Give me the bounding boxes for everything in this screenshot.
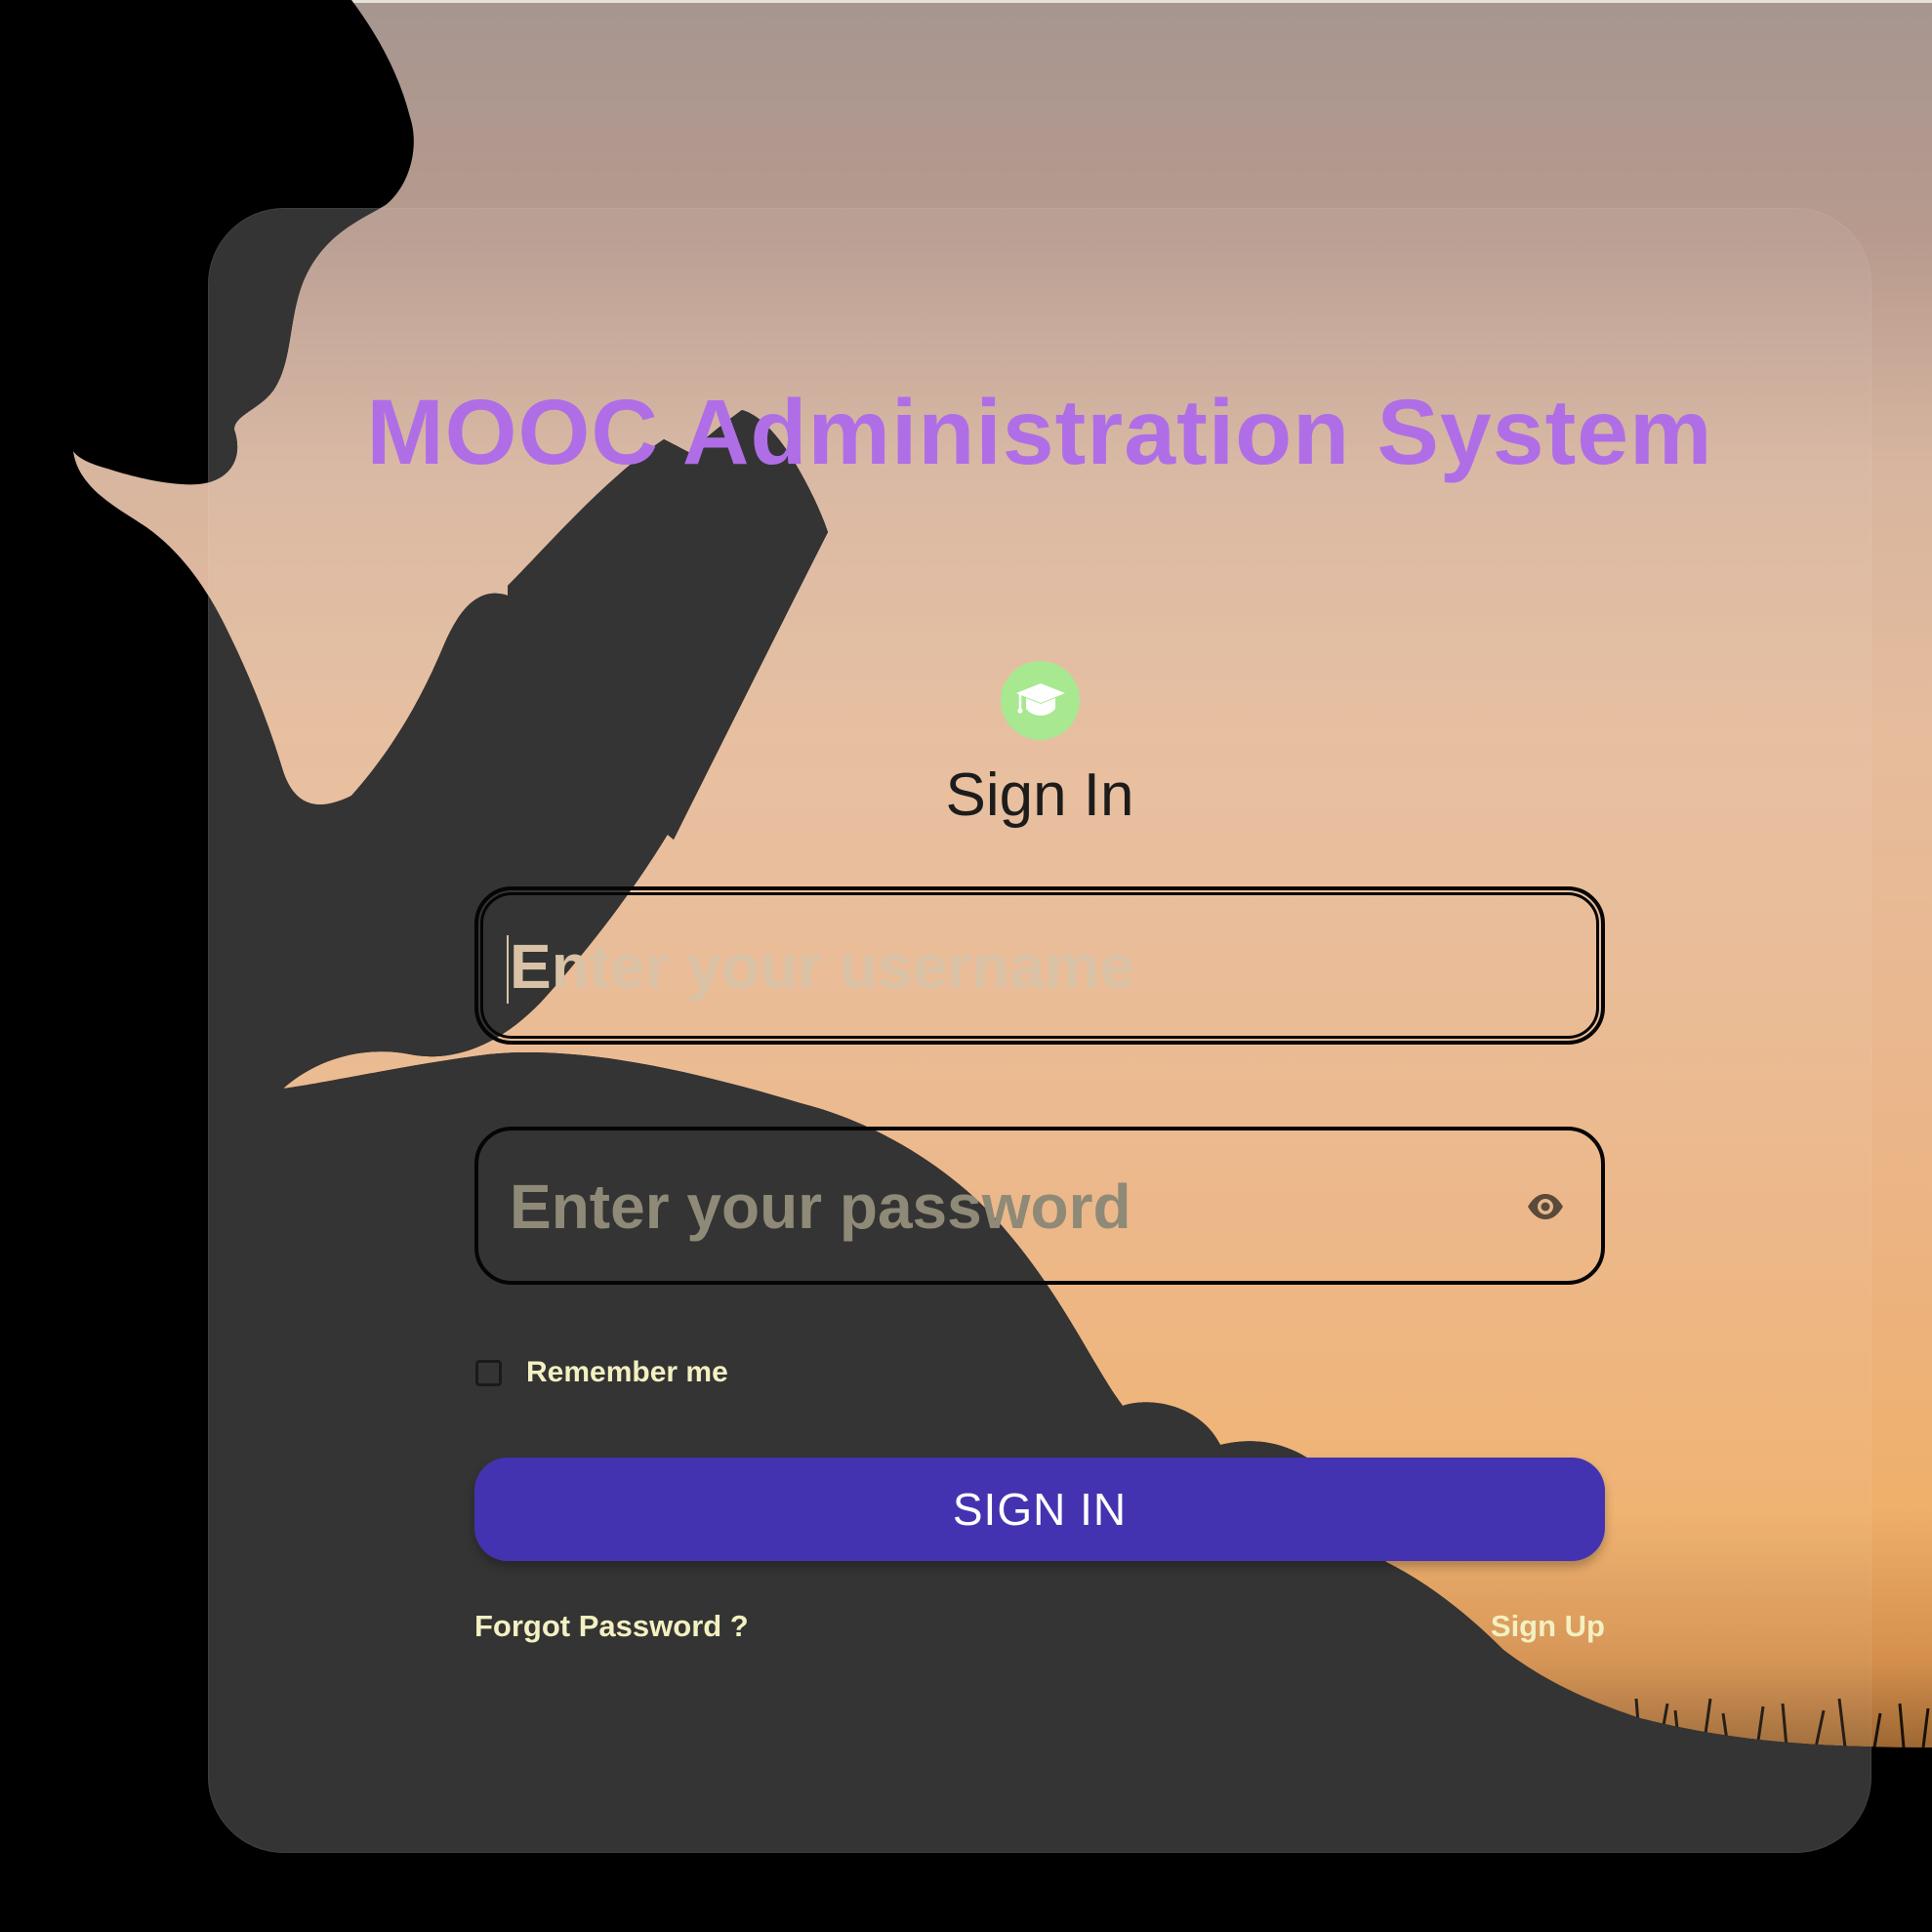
sign-in-heading: Sign In — [945, 761, 1134, 829]
username-field[interactable] — [474, 886, 1605, 1045]
app-title: MOOC Administration System — [366, 381, 1713, 484]
eye-icon[interactable] — [1526, 1187, 1565, 1226]
remember-me-checkbox[interactable] — [475, 1359, 502, 1386]
sign-up-link[interactable]: Sign Up — [1491, 1609, 1605, 1644]
forgot-password-link[interactable]: Forgot Password ? — [474, 1609, 749, 1644]
login-page: MOOC Administration System Sign In Remem… — [0, 0, 1932, 1932]
text-caret — [507, 935, 509, 1004]
remember-me-row[interactable]: Remember me — [474, 1354, 728, 1391]
password-input[interactable] — [508, 1130, 1537, 1283]
graduation-cap-icon — [1015, 682, 1065, 716]
remember-me-label[interactable]: Remember me — [526, 1356, 728, 1389]
sign-in-button[interactable]: SIGN IN — [474, 1458, 1605, 1561]
username-input[interactable] — [508, 890, 1537, 1043]
logo-badge — [1001, 661, 1080, 740]
password-field[interactable] — [474, 1127, 1605, 1285]
